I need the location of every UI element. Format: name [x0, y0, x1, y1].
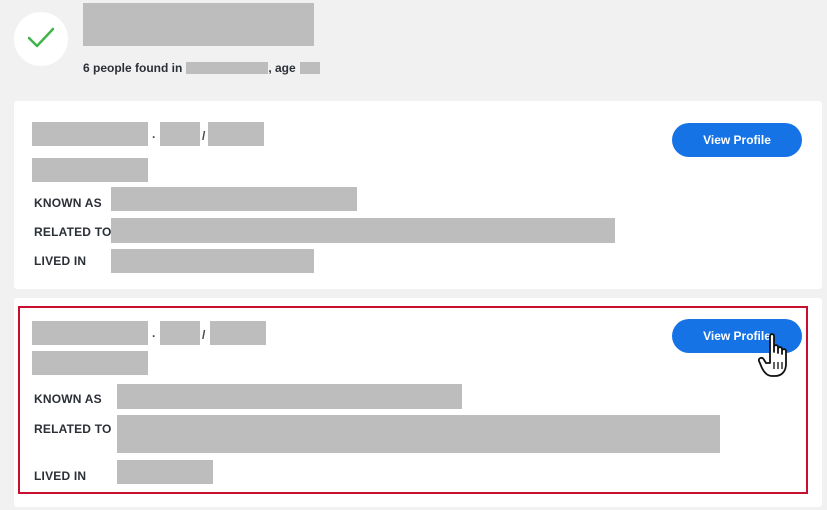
redacted-age — [299, 62, 320, 74]
age-separator: / — [202, 328, 206, 342]
summary-count-text: 6 people found in — [83, 61, 183, 75]
redacted-birth-info — [210, 321, 266, 345]
lived-in-label: LIVED IN — [34, 254, 87, 268]
redacted-known-as — [117, 384, 462, 409]
age-separator: / — [202, 129, 206, 143]
redacted-age-range — [160, 321, 200, 345]
redacted-location-line — [32, 351, 148, 375]
redacted-related-to — [111, 218, 615, 243]
success-badge — [14, 12, 68, 66]
name-separator: · — [152, 130, 156, 144]
redacted-name — [32, 122, 148, 146]
redacted-related-to — [117, 415, 720, 453]
redacted-name — [32, 321, 148, 345]
known-as-label: KNOWN AS — [34, 392, 102, 406]
lived-in-label: LIVED IN — [34, 469, 87, 483]
redacted-search-title — [83, 3, 314, 46]
checkmark-icon — [27, 27, 55, 48]
redacted-birth-info — [208, 122, 264, 146]
redacted-lived-in — [111, 249, 314, 273]
results-header: 6 people found in , age — [0, 0, 827, 96]
redacted-location-line — [32, 158, 148, 182]
redacted-known-as — [111, 187, 357, 211]
related-to-label: RELATED TO — [34, 422, 112, 436]
results-summary: 6 people found in , age — [83, 61, 320, 75]
redacted-location — [186, 62, 269, 74]
hand-pointer-icon — [758, 333, 787, 377]
related-to-label: RELATED TO — [34, 225, 112, 239]
view-profile-button[interactable]: View Profile — [672, 123, 802, 157]
redacted-lived-in — [117, 460, 213, 484]
summary-age-text: , age — [268, 61, 296, 75]
redacted-age-range — [160, 122, 200, 146]
known-as-label: KNOWN AS — [34, 196, 102, 210]
name-separator: · — [152, 329, 156, 343]
